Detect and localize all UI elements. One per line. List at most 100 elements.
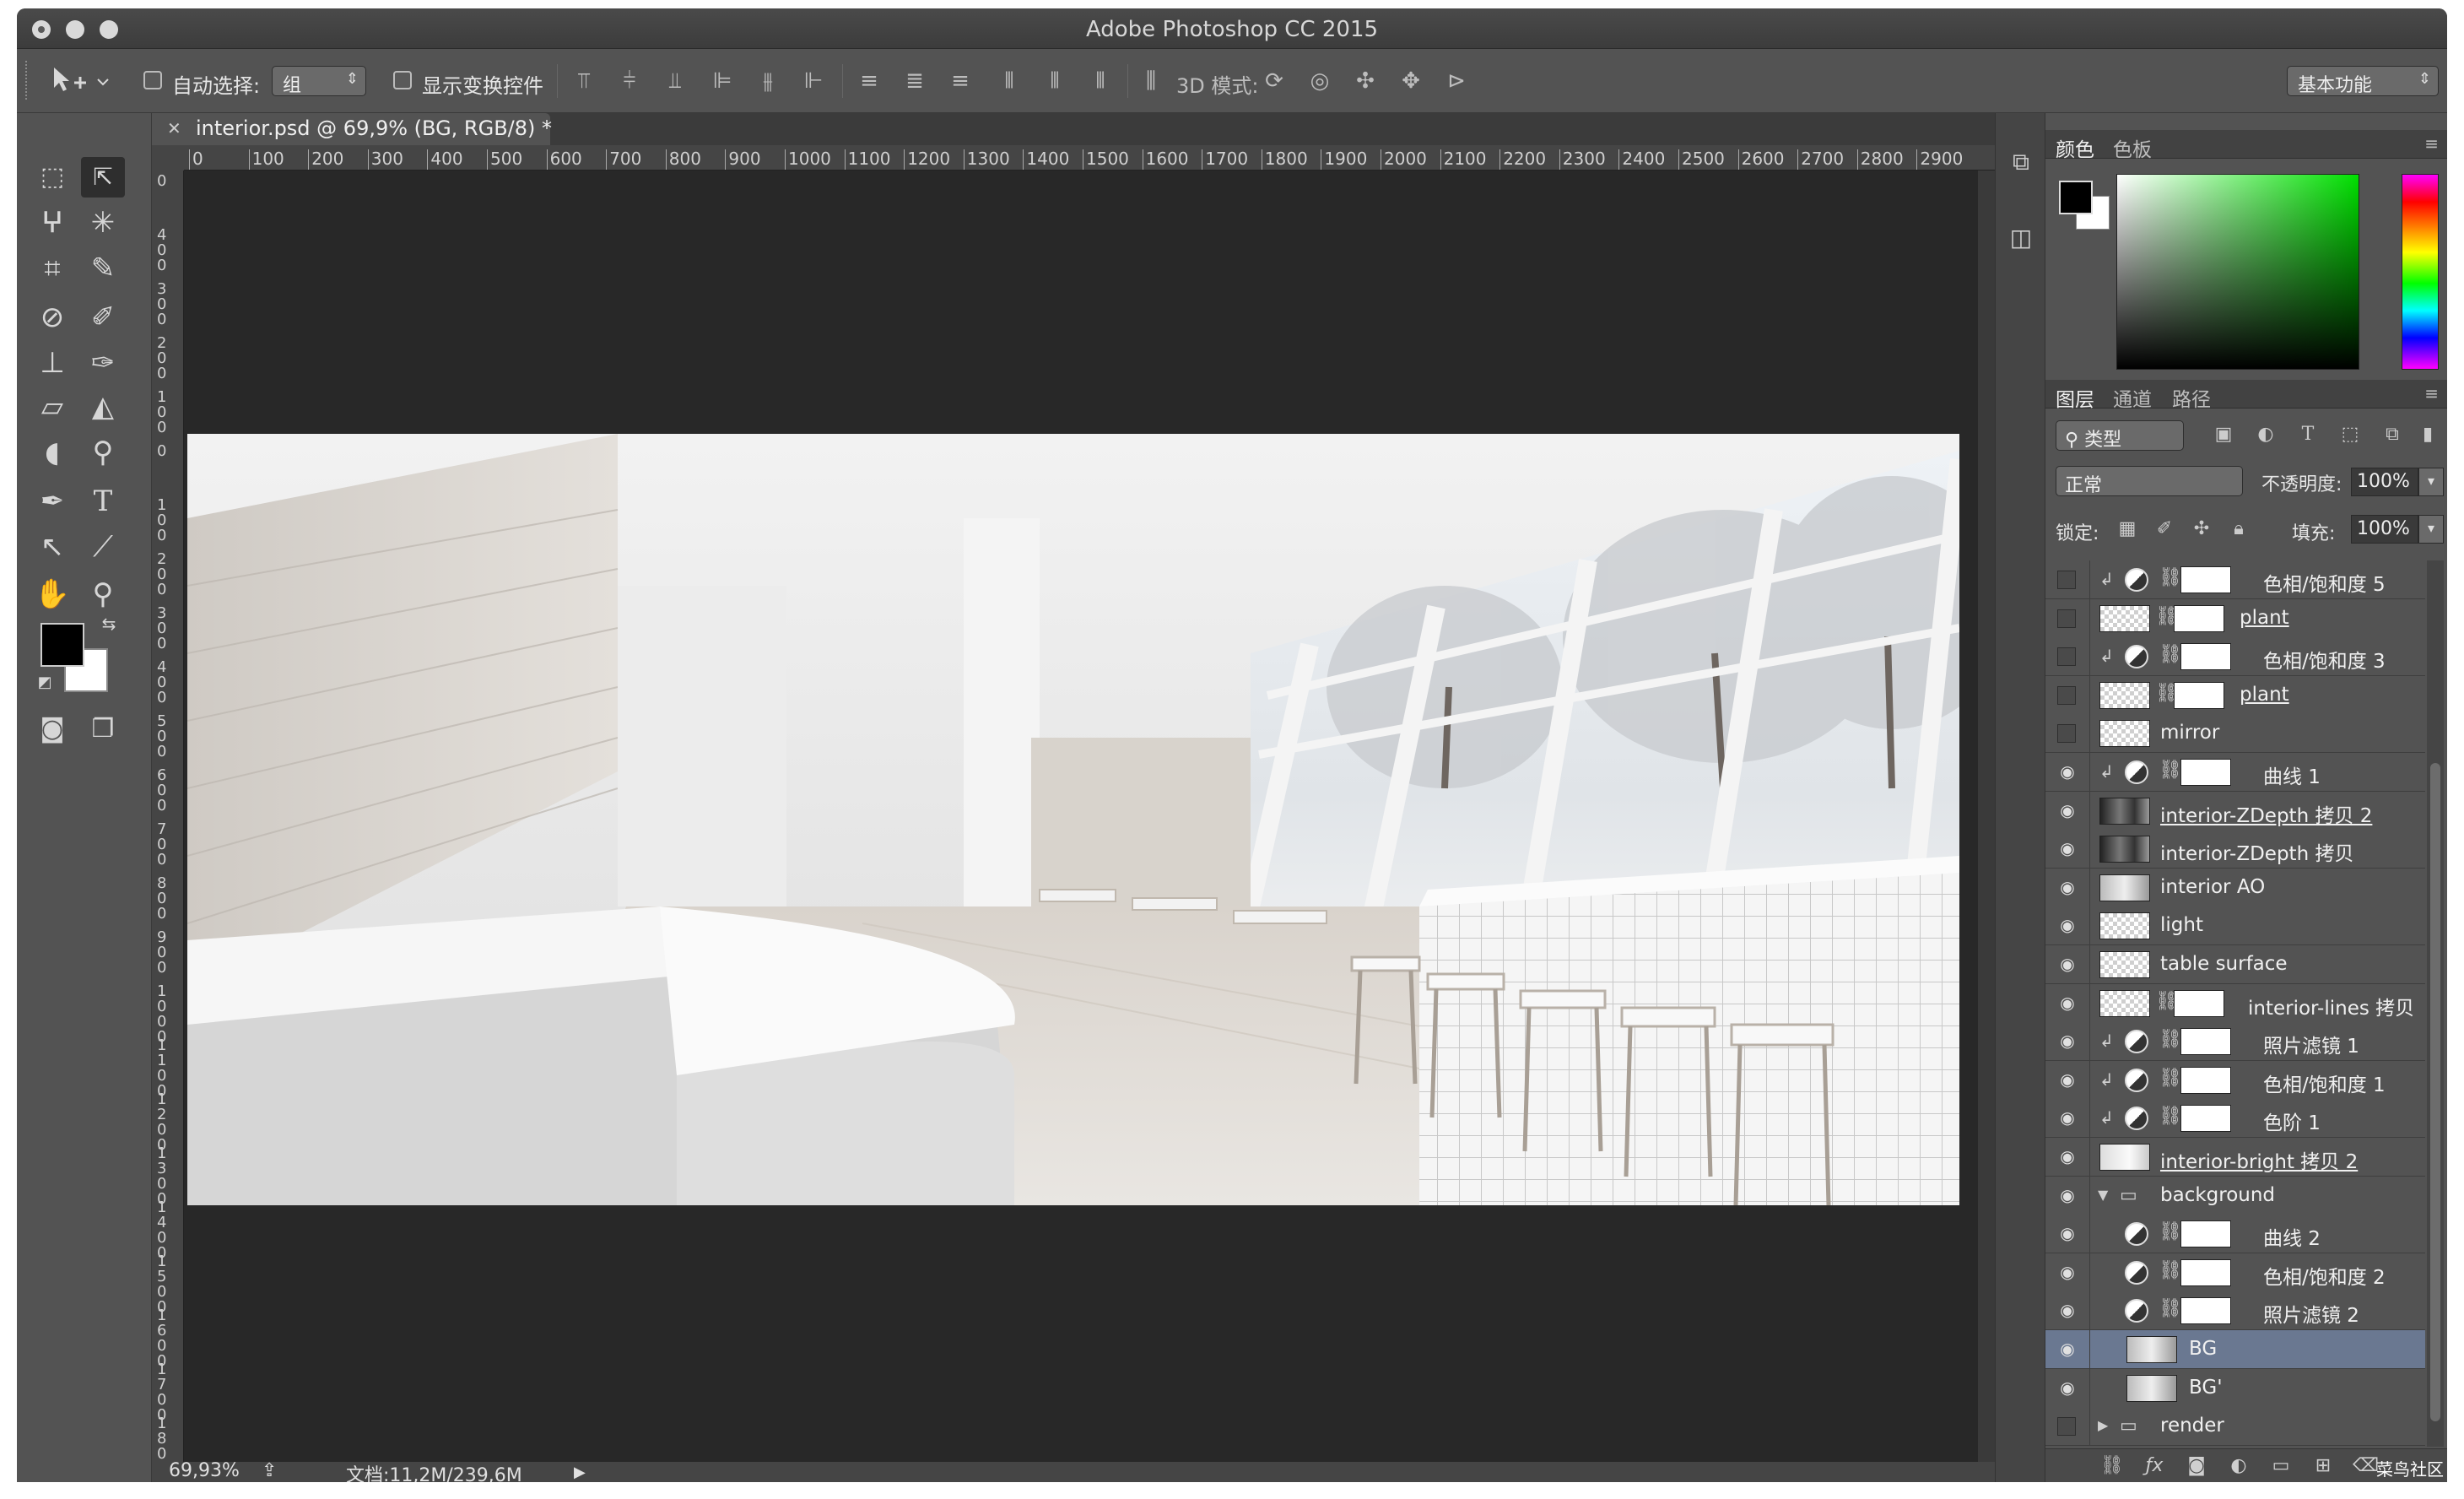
mask-link-icon[interactable]: ⛓ — [2159, 1221, 2182, 1242]
layer-thumbnail[interactable] — [2099, 951, 2150, 978]
layers-scrollbar-thumb[interactable] — [2430, 763, 2440, 1421]
auto-select-checkbox[interactable] — [143, 71, 162, 89]
quick-mask-icon[interactable]: ◙ — [30, 709, 74, 750]
visibility-eye-icon[interactable]: ◉ — [2056, 761, 2079, 782]
visibility-eye-icon[interactable]: ◉ — [2056, 1223, 2079, 1243]
distribute-vertical-center-icon[interactable]: ≣ — [901, 68, 928, 95]
layer-mask-thumbnail[interactable] — [2180, 1105, 2231, 1133]
opacity-field[interactable]: 100% — [2351, 468, 2418, 496]
zoom-tool-icon[interactable]: ⚲ — [81, 574, 125, 614]
layer-filter-select[interactable]: ⚲ 类型 — [2056, 420, 2184, 451]
eyedropper-tool-icon[interactable]: ✎ — [81, 248, 125, 289]
layer-row[interactable]: ◉ BG — [2045, 1330, 2425, 1369]
visibility-eye-icon[interactable]: ◉ — [2056, 1300, 2079, 1320]
link-layers-icon[interactable]: ⛓ — [2099, 1454, 2125, 1478]
mask-link-icon[interactable]: ⛓ — [2159, 1298, 2182, 1319]
layer-row[interactable]: ⛓ plant — [2045, 675, 2425, 715]
canvas-image[interactable] — [187, 434, 1959, 1205]
mask-link-icon[interactable]: ⛓ — [2159, 1068, 2182, 1089]
layer-thumbnail[interactable] — [2126, 1374, 2177, 1402]
collapse-triangle-icon[interactable]: ▶ — [2098, 1417, 2108, 1433]
layer-row[interactable]: ↲ ⛓ 色相/饱和度 3 — [2045, 637, 2425, 677]
blend-mode-select[interactable]: 正常 — [2056, 466, 2243, 496]
line-tool-icon[interactable]: ⟋ — [81, 527, 125, 567]
lasso-tool-icon[interactable]: ⵖ — [30, 203, 74, 243]
distribute-bottom-icon[interactable]: ≡ — [947, 68, 974, 95]
lock-transparent-icon[interactable]: ▦ — [2115, 517, 2140, 542]
vertical-ruler[interactable]: 0 400 300 200 100 0 100 200 300 400 500 600 700 800 90… — [152, 170, 184, 1477]
mask-link-icon[interactable]: ⛓ — [2159, 1106, 2182, 1127]
mask-link-icon[interactable]: ⛓ — [2159, 1029, 2182, 1050]
distribute-left-icon[interactable]: ⦀ — [996, 68, 1023, 95]
hand-tool-icon[interactable]: ✋ — [30, 574, 74, 614]
fill-field[interactable]: 100% — [2351, 515, 2418, 544]
default-colors-icon[interactable]: ◩ — [32, 670, 57, 695]
swap-colors-icon[interactable]: ⇆ — [96, 611, 122, 636]
layer-row[interactable]: ◉ BG' — [2045, 1368, 2425, 1408]
3d-slide-icon[interactable]: ✥ — [1397, 68, 1424, 95]
align-top-icon[interactable]: ⫪ — [570, 68, 597, 95]
align-left-icon[interactable]: ⊫ — [709, 68, 736, 95]
document-vertical-scrollbar[interactable] — [1978, 170, 1995, 1462]
layer-row[interactable]: ◉ ↲ ⛓ 色阶 1 — [2045, 1099, 2425, 1139]
layer-row[interactable]: ◉ table surface — [2045, 945, 2425, 984]
auto-select-target-select[interactable]: 组 — [272, 66, 366, 96]
filter-pixel-icon[interactable]: ▣ — [2211, 422, 2236, 447]
visibility-toggle[interactable] — [2057, 571, 2076, 589]
layer-row[interactable]: ◉ ↲ ⛓ 照片滤镜 1 — [2045, 1022, 2425, 1062]
crop-tool-icon[interactable]: ⌗ — [30, 248, 74, 289]
visibility-eye-icon[interactable]: ◉ — [2056, 1031, 2079, 1051]
options-bar-grip[interactable] — [25, 61, 29, 100]
distribute-horizontal-center-icon[interactable]: ⦀ — [1041, 68, 1068, 95]
color-panel-menu-icon[interactable]: ≡ — [2424, 133, 2439, 154]
hue-slider[interactable] — [2402, 174, 2439, 370]
visibility-toggle[interactable] — [2057, 685, 2076, 705]
tab-paths[interactable]: 路径 — [2172, 383, 2211, 412]
layer-row[interactable]: ◉ interior AO — [2045, 868, 2425, 907]
filter-toggle-icon[interactable]: ▮ — [2415, 422, 2440, 447]
distribute-top-icon[interactable]: ≡ — [856, 68, 883, 95]
workspace-select[interactable]: 基本功能 — [2287, 66, 2439, 96]
tab-layers[interactable]: 图层 — [2056, 383, 2094, 412]
layer-thumbnail[interactable] — [2099, 797, 2150, 825]
layer-row[interactable]: ▶ ▭ render — [2045, 1407, 2425, 1447]
visibility-eye-icon[interactable]: ◉ — [2056, 993, 2079, 1013]
dodge-tool-icon[interactable]: ⚲ — [81, 432, 125, 473]
layer-style-fx-icon[interactable]: ƒx — [2142, 1454, 2167, 1478]
tab-color[interactable]: 颜色 — [2056, 133, 2094, 162]
filter-shape-icon[interactable]: ⬚ — [2337, 422, 2363, 447]
layer-row[interactable]: ◉ interior-bright 拷贝 2 — [2045, 1138, 2425, 1177]
mask-link-icon[interactable]: ⛓ — [2159, 567, 2182, 588]
new-adjustment-icon[interactable]: ◐ — [2226, 1454, 2251, 1478]
layer-mask-thumbnail[interactable] — [2180, 759, 2231, 786]
layer-row[interactable]: ◉ ▼ ▭ background — [2045, 1176, 2425, 1215]
lock-all-icon[interactable]: 🔒︎ — [2226, 517, 2251, 542]
layer-row[interactable]: ◉ ⛓ 色相/饱和度 2 — [2045, 1253, 2425, 1292]
pen-tool-icon[interactable]: ✒ — [30, 481, 74, 522]
3d-pan-icon[interactable]: ✣ — [1352, 68, 1379, 95]
layer-row[interactable]: ◉ ↲ ⛓ 曲线 1 — [2045, 753, 2425, 792]
visibility-toggle[interactable] — [2057, 1417, 2076, 1437]
visibility-toggle[interactable] — [2057, 724, 2076, 744]
distribute-right-icon[interactable]: ⦀ — [1087, 68, 1114, 95]
eraser-tool-icon[interactable]: ▱ — [30, 387, 74, 427]
layer-mask-thumbnail[interactable] — [2174, 604, 2224, 632]
layer-row[interactable]: ◉ ↲ ⛓ 色相/饱和度 1 — [2045, 1060, 2425, 1100]
layer-mask-thumbnail[interactable] — [2180, 643, 2231, 671]
layer-mask-thumbnail[interactable] — [2180, 1220, 2231, 1248]
layer-mask-thumbnail[interactable] — [2180, 1028, 2231, 1056]
tab-channels[interactable]: 通道 — [2113, 383, 2152, 412]
new-layer-icon[interactable]: ⊞ — [2310, 1454, 2336, 1478]
3d-scale-icon[interactable]: ⊳ — [1443, 68, 1470, 95]
visibility-eye-icon[interactable]: ◉ — [2056, 1107, 2079, 1128]
layer-thumbnail[interactable] — [2099, 681, 2150, 709]
fill-dropdown-icon[interactable]: ▾ — [2418, 515, 2444, 544]
delete-layer-icon[interactable]: ⌫ — [2353, 1454, 2379, 1478]
properties-panel-icon[interactable]: ◫ — [2006, 223, 2036, 253]
type-tool-icon[interactable]: T — [81, 481, 125, 522]
mask-link-icon[interactable]: ⛓ — [2159, 760, 2182, 781]
visibility-eye-icon[interactable]: ◉ — [2056, 877, 2079, 897]
visibility-eye-icon[interactable]: ◉ — [2056, 954, 2079, 974]
layer-thumbnail[interactable] — [2099, 874, 2150, 901]
visibility-toggle[interactable] — [2057, 647, 2076, 667]
